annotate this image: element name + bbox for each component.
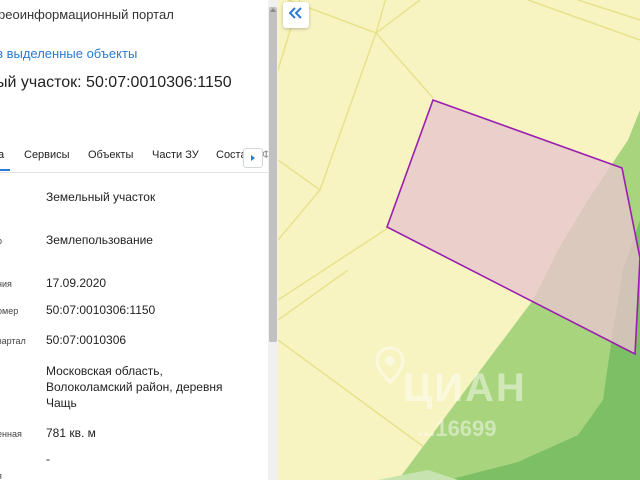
info-panel: реоинформационный портал з выделенные об… bbox=[0, 0, 268, 480]
field-value-area: 781 кв. м bbox=[46, 426, 96, 440]
field-value-cadastral-number: 50:07:0010306:1150 bbox=[46, 303, 156, 317]
field-label-cadastral-block: вартал bbox=[0, 336, 26, 346]
chevron-right-icon bbox=[249, 154, 257, 162]
tab-services[interactable]: Сервисы bbox=[24, 149, 70, 161]
panel-scrollbar-thumb[interactable] bbox=[269, 7, 277, 342]
selected-objects-link[interactable]: з выделенные объекты bbox=[0, 46, 137, 61]
scroll-up-icon[interactable] bbox=[270, 0, 276, 12]
field-value-address-line-2: Волоколамский район, деревня bbox=[46, 380, 223, 394]
field-value-address-line-3: Чащь bbox=[46, 396, 77, 410]
field-value-extra: - bbox=[46, 452, 50, 466]
field-label-area: енная bbox=[0, 429, 22, 439]
tab-info[interactable]: а bbox=[0, 149, 4, 161]
field-value-type: Земельный участок bbox=[46, 190, 156, 204]
tab-bar: а Сервисы Объекты Части ЗУ Соста Ф bbox=[0, 140, 268, 173]
field-label-date: ния bbox=[0, 279, 12, 289]
watermark: ЦИАН ...16699 bbox=[355, 340, 595, 441]
field-value-date: 17.09.2020 bbox=[46, 276, 107, 290]
watermark-id: ...16699 bbox=[417, 416, 497, 441]
tabs-next-button[interactable] bbox=[243, 148, 263, 168]
portal-title: реоинформационный портал bbox=[0, 7, 174, 22]
active-tab-indicator bbox=[0, 169, 10, 171]
field-value-subtype: Землепользование bbox=[46, 233, 153, 247]
field-label-cadastral-number: омер bbox=[0, 306, 19, 316]
location-pin-icon bbox=[375, 346, 405, 389]
collapse-panel-button[interactable] bbox=[283, 2, 309, 28]
parcel-title: ый участок: 50:07:0010306:1150 bbox=[0, 74, 232, 91]
tab-composition[interactable]: Соста bbox=[216, 149, 247, 161]
tab-objects[interactable]: Объекты bbox=[88, 149, 133, 161]
field-label-extra: я bbox=[0, 471, 2, 480]
field-value-cadastral-block: 50:07:0010306 bbox=[46, 333, 127, 347]
field-label-subtype: р bbox=[0, 236, 2, 246]
field-value-address-line-1: Московская область, bbox=[46, 364, 163, 378]
watermark-brand: ЦИАН bbox=[403, 366, 527, 410]
double-chevron-left-icon bbox=[288, 6, 303, 24]
tab-parts[interactable]: Части ЗУ bbox=[152, 149, 199, 161]
